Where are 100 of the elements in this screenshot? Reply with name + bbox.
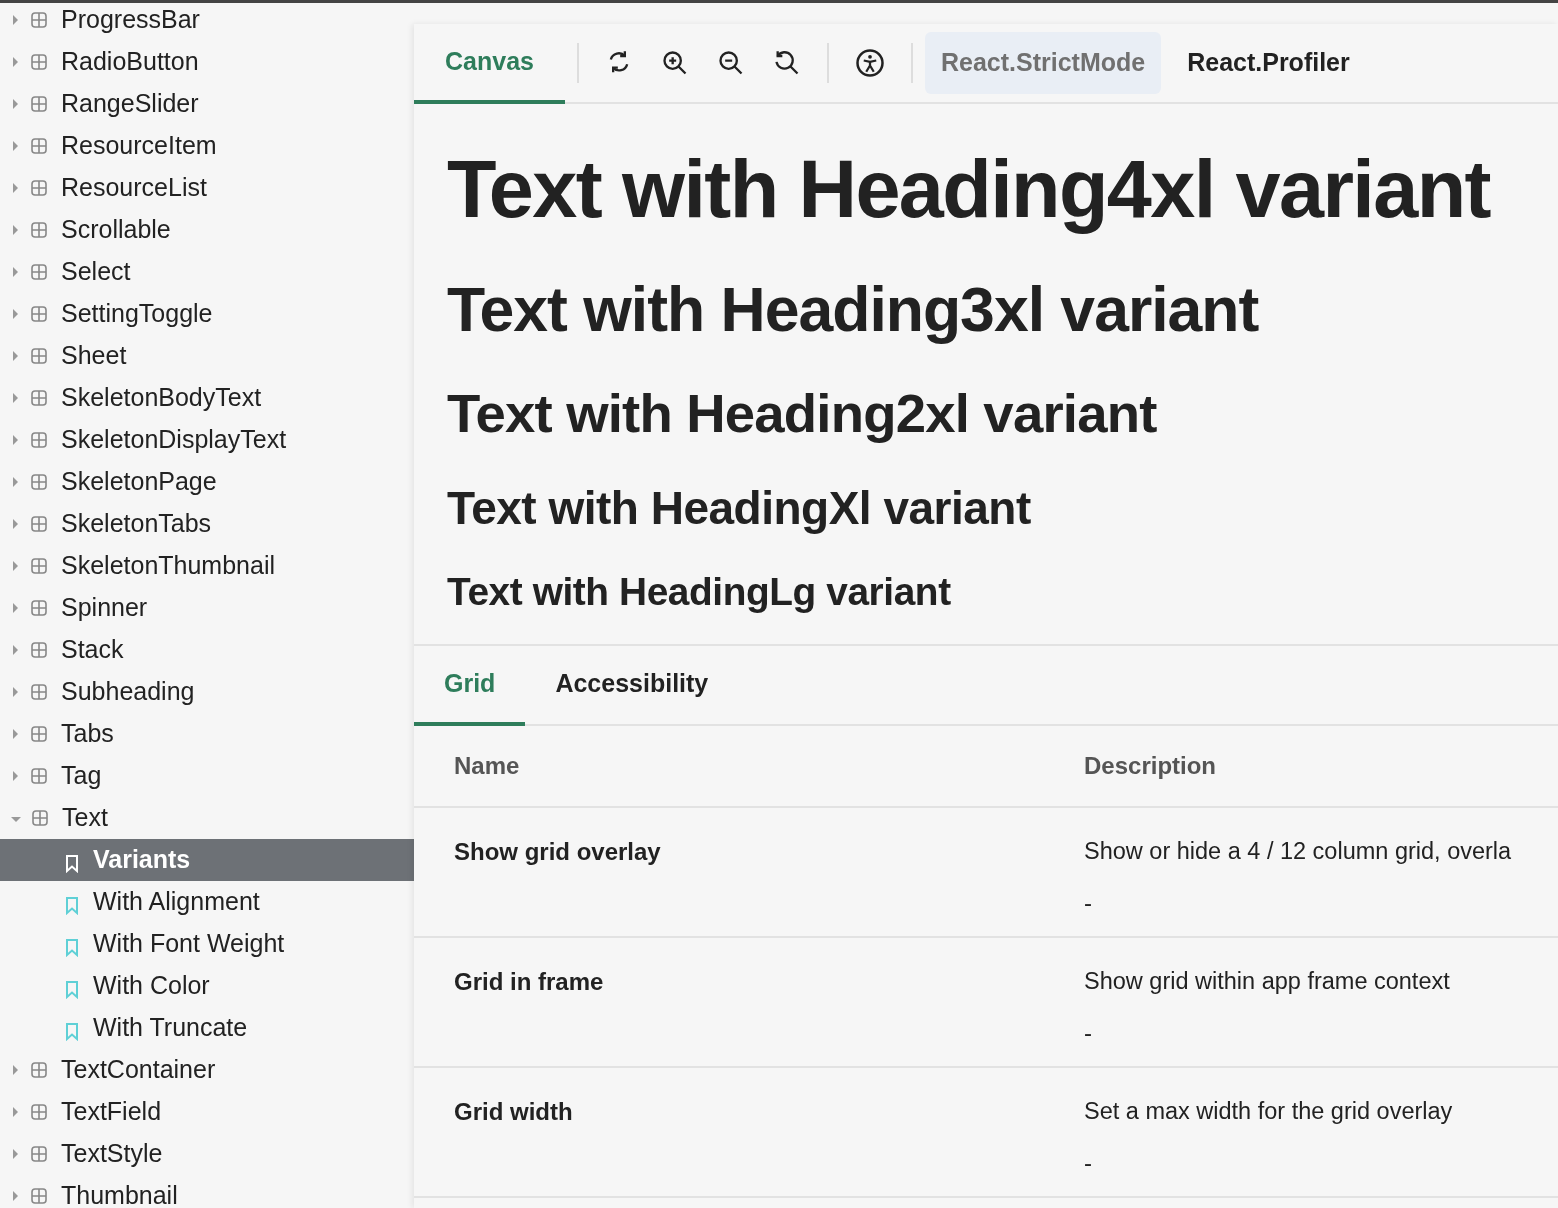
caret-icon xyxy=(13,1149,18,1159)
sidebar-item[interactable]: SkeletonBodyText xyxy=(61,379,262,417)
caret-icon xyxy=(13,309,18,319)
sidebar-item[interactable]: ProgressBar xyxy=(61,3,200,39)
heading-text: Text with Heading3xl variant xyxy=(447,273,1260,346)
caret-icon xyxy=(13,183,18,193)
grid-icon xyxy=(31,138,47,154)
grid-icon xyxy=(31,222,47,238)
caret-icon xyxy=(13,1191,18,1201)
heading-text: Text with HeadingXl variant xyxy=(447,481,1032,536)
sidebar-item[interactable]: Thumbnail xyxy=(61,1177,178,1208)
sidebar-item[interactable]: SkeletonPage xyxy=(61,463,217,501)
grid-icon xyxy=(31,54,47,70)
caret-icon xyxy=(13,267,18,277)
grid-icon xyxy=(31,348,47,364)
property-description: Show grid within app frame context xyxy=(1084,967,1451,996)
caret-icon xyxy=(13,57,18,67)
sidebar-item[interactable]: Tabs xyxy=(61,715,114,753)
sidebar-item[interactable]: Stack xyxy=(61,631,124,669)
accessibility-icon xyxy=(854,48,885,78)
default-value: - xyxy=(1084,1148,1093,1179)
caret-icon xyxy=(13,477,18,487)
zoom-reset-icon xyxy=(772,49,801,77)
sidebar-item[interactable]: TextContainer xyxy=(61,1051,216,1089)
sidebar-item[interactable]: RangeSlider xyxy=(61,85,199,123)
grid-icon xyxy=(31,600,47,616)
panel-tab[interactable]: Accessibility xyxy=(525,646,739,726)
zoom-out-icon xyxy=(716,49,745,77)
grid-icon xyxy=(31,264,47,280)
caret-icon xyxy=(13,1065,18,1075)
bookmark-icon xyxy=(65,939,79,957)
property-name: Grid in frame xyxy=(454,968,604,995)
caret-icon xyxy=(13,15,18,25)
column-header: Description xyxy=(1084,751,1218,781)
caret-icon xyxy=(13,435,18,445)
sidebar-item[interactable]: ResourceList xyxy=(61,169,207,207)
property-name: Grid width xyxy=(454,1098,573,1125)
caret-icon xyxy=(13,687,18,697)
default-value: - xyxy=(1084,888,1093,919)
grid-icon xyxy=(32,810,48,826)
grid-icon xyxy=(31,516,47,532)
grid-icon xyxy=(31,768,47,784)
canvas-tab[interactable]: Canvas xyxy=(414,24,565,104)
caret-icon xyxy=(13,645,18,655)
zoom-in-icon xyxy=(660,49,689,77)
heading-text: Text with Heading2xl variant xyxy=(447,382,1158,446)
sidebar-item[interactable]: RadioButton xyxy=(61,43,199,81)
heading-text: Text with HeadingLg variant xyxy=(447,569,952,615)
grid-icon xyxy=(31,474,47,490)
sidebar-item[interactable]: Text xyxy=(62,799,108,837)
caret-icon xyxy=(13,351,18,361)
story-item[interactable]: With Color xyxy=(0,965,414,1007)
sidebar-item[interactable]: Scrollable xyxy=(61,211,171,249)
sidebar-item[interactable]: SettingToggle xyxy=(61,295,213,333)
property-description: Show or hide a 4 / 12 column grid, overla xyxy=(1084,837,1513,866)
sidebar-item[interactable]: Select xyxy=(61,253,131,291)
grid-icon xyxy=(31,1188,47,1204)
grid-icon xyxy=(31,1062,47,1078)
story-item[interactable]: With Alignment xyxy=(0,881,414,923)
addon-toggle[interactable]: React.StrictMode xyxy=(924,32,1162,94)
property-name: Show grid overlay xyxy=(454,838,661,865)
caret-icon xyxy=(13,561,18,571)
panel-tab[interactable]: Grid xyxy=(414,646,526,726)
caret-icon xyxy=(13,141,18,151)
bookmark-icon xyxy=(65,1023,79,1041)
grid-icon xyxy=(31,642,47,658)
grid-icon xyxy=(31,432,47,448)
heading-text: Text with Heading4xl variant xyxy=(447,143,1492,236)
grid-icon xyxy=(31,12,47,28)
sidebar-item[interactable]: Subheading xyxy=(61,673,195,711)
bookmark-icon xyxy=(65,855,79,873)
addon-toggle[interactable]: React.Profiler xyxy=(1171,32,1366,94)
bookmark-icon xyxy=(65,897,79,915)
property-description: Set a max width for the grid overlay xyxy=(1084,1097,1454,1126)
story-item[interactable]: Variants xyxy=(0,839,414,881)
caret-icon xyxy=(13,771,18,781)
story-item[interactable]: With Truncate xyxy=(0,1007,414,1049)
sidebar-item[interactable]: TextStyle xyxy=(61,1135,163,1173)
sidebar-item[interactable]: TextField xyxy=(61,1093,162,1131)
caret-icon xyxy=(13,729,18,739)
sidebar-item[interactable]: SkeletonThumbnail xyxy=(61,547,275,585)
grid-icon xyxy=(31,306,47,322)
sidebar-item[interactable]: SkeletonTabs xyxy=(61,505,212,543)
grid-icon xyxy=(31,726,47,742)
caret-icon xyxy=(13,99,18,109)
bookmark-icon xyxy=(65,981,79,999)
grid-icon xyxy=(31,1104,47,1120)
sidebar-item[interactable]: Tag xyxy=(61,757,102,795)
caret-icon xyxy=(11,817,21,822)
caret-icon xyxy=(13,603,18,613)
story-item[interactable]: With Font Weight xyxy=(0,923,414,965)
sidebar-item[interactable]: ResourceItem xyxy=(61,127,217,165)
grid-icon xyxy=(31,390,47,406)
sidebar-item[interactable]: SkeletonDisplayText xyxy=(61,421,287,459)
caret-icon xyxy=(13,519,18,529)
sidebar-item[interactable]: Spinner xyxy=(61,589,148,627)
column-header: Name xyxy=(453,751,521,781)
sidebar-item[interactable]: Sheet xyxy=(61,337,127,375)
grid-icon xyxy=(31,180,47,196)
grid-icon xyxy=(31,96,47,112)
